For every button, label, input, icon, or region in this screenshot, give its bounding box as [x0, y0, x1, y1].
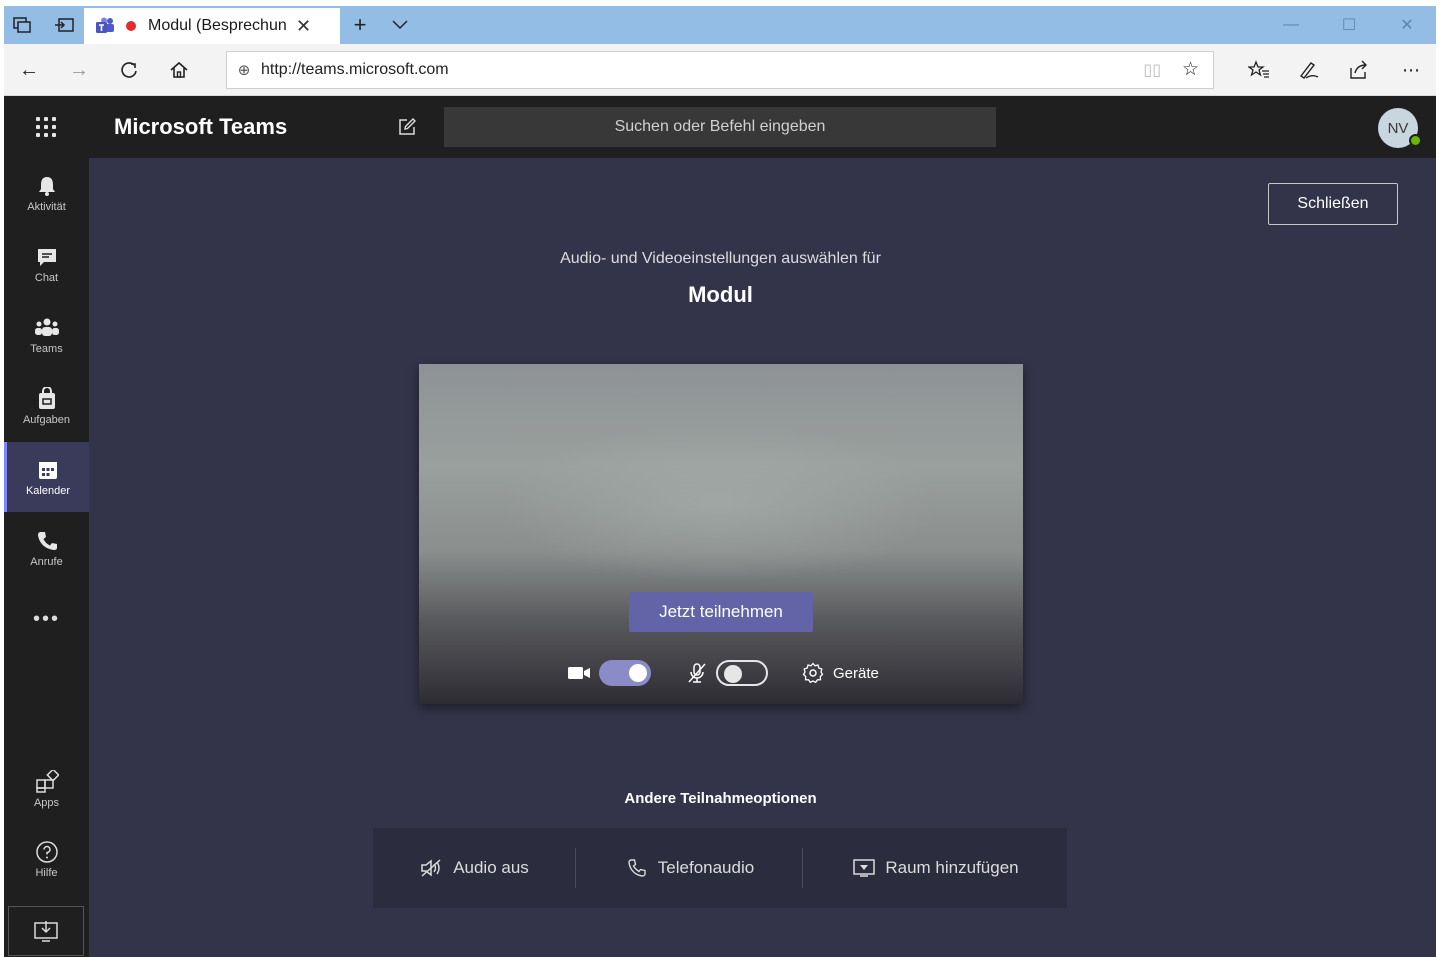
maximize-icon[interactable]: ☐ [1320, 6, 1378, 44]
rail-item-calendar[interactable]: Kalender [4, 442, 89, 512]
favorite-star-icon[interactable]: ☆ [1182, 58, 1199, 81]
video-preview: Jetzt teilnehmen Geräte [419, 364, 1023, 704]
rail-item-apps[interactable]: Apps [4, 754, 89, 824]
option-label: Telefonaudio [657, 858, 755, 877]
rail-item-label: Hilfe [35, 866, 58, 879]
prejoin-subtitle: Audio- und Videoeinstellungen auswählen … [560, 250, 881, 267]
room-icon [851, 857, 877, 879]
devices-button[interactable]: Geräte [801, 660, 879, 686]
new-chat-compose-icon[interactable] [392, 114, 422, 140]
browser-tab-active[interactable]: Modul (Besprechun ✕ [84, 8, 340, 44]
more-apps-icon[interactable]: ••• [4, 608, 89, 638]
close-window-icon[interactable]: ✕ [1378, 6, 1436, 44]
microphone-toggle[interactable] [716, 660, 768, 686]
join-now-button[interactable]: Jetzt teilnehmen [629, 592, 813, 632]
tasks-icon [36, 386, 58, 411]
option-label: Audio aus [453, 858, 529, 877]
reading-view-icon[interactable]: ▯▯ [1143, 60, 1161, 80]
rail-item-label: Teams [30, 342, 63, 355]
home-icon[interactable] [162, 54, 196, 86]
phone-icon [36, 529, 58, 553]
browser-toolbar: ← → ⊕ http://teams.microsoft.com ▯▯ ☆ ⋯ [4, 44, 1436, 96]
phone-audio-option[interactable]: Telefonaudio [576, 848, 802, 888]
download-app-icon[interactable] [8, 906, 84, 956]
set-aside-tabs-icon[interactable] [48, 10, 80, 40]
app-rail: Aktivität Chat Teams Aufgaben Kalender A… [4, 158, 89, 957]
option-label: Raum hinzufügen [885, 858, 1019, 877]
rail-item-activity[interactable]: Aktivität [4, 158, 89, 228]
globe-icon: ⊕ [237, 62, 251, 79]
apps-icon [35, 769, 59, 794]
url-text: http://teams.microsoft.com [261, 61, 449, 78]
search-input[interactable]: Suchen oder Befehl eingeben [444, 107, 996, 147]
favorites-list-icon[interactable] [1242, 54, 1276, 86]
add-room-option[interactable]: Raum hinzufügen [803, 848, 1067, 888]
tab-title: Modul (Besprechun [148, 17, 287, 34]
rail-item-calls[interactable]: Anrufe [4, 513, 89, 583]
presence-available-icon [1409, 134, 1422, 147]
rail-item-label: Kalender [25, 484, 71, 497]
help-icon [35, 840, 59, 864]
rail-item-teams[interactable]: Teams [4, 300, 89, 370]
teams-header: Microsoft Teams Suchen oder Befehl einge… [4, 96, 1436, 158]
audio-off-option[interactable]: Audio aus [373, 848, 575, 888]
address-bar[interactable]: ⊕ http://teams.microsoft.com ▯▯ ☆ [226, 51, 1214, 89]
gear-icon [801, 661, 825, 685]
tab-close-icon[interactable]: ✕ [296, 16, 311, 37]
rail-item-label: Apps [33, 796, 60, 809]
recording-dot-icon [126, 21, 136, 31]
other-join-options-title: Andere Teilnahmeoptionen [624, 790, 817, 807]
rail-item-help[interactable]: Hilfe [4, 824, 89, 894]
prejoin-screen: Schließen Audio- und Videoeinstellungen … [89, 158, 1436, 957]
phone-icon [624, 857, 650, 879]
rail-item-label: Aktivität [27, 200, 66, 213]
back-icon[interactable]: ← [12, 54, 46, 86]
bell-icon [36, 174, 58, 198]
forward-icon[interactable]: → [62, 54, 96, 86]
browser-titlebar: Modul (Besprechun ✕ + — ☐ ✕ [4, 6, 1436, 44]
close-button[interactable]: Schließen [1268, 183, 1398, 225]
minimize-icon[interactable]: — [1262, 6, 1320, 44]
rail-item-label: Aufgaben [22, 413, 71, 426]
devices-label: Geräte [833, 664, 879, 682]
rail-item-tasks[interactable]: Aufgaben [4, 371, 89, 441]
meeting-title: Modul [688, 282, 753, 307]
tab-actions-icon[interactable] [6, 10, 38, 40]
camera-icon [567, 662, 593, 684]
app-launcher-icon[interactable] [28, 112, 64, 142]
share-icon[interactable] [1342, 54, 1376, 86]
camera-toggle[interactable] [599, 660, 651, 686]
calendar-icon [37, 458, 59, 482]
rail-item-label: Anrufe [30, 555, 63, 568]
teams-icon [34, 316, 60, 340]
speaker-off-icon [419, 857, 445, 879]
other-join-options: Audio aus Telefonaudio Raum hinzufügen [373, 828, 1067, 908]
refresh-icon[interactable] [112, 54, 146, 86]
teams-logo-icon [94, 17, 116, 35]
browser-window: Modul (Besprechun ✕ + — ☐ ✕ ← → ⊕ http:/… [4, 6, 1436, 957]
rail-item-chat[interactable]: Chat [4, 229, 89, 299]
rail-item-label: Chat [34, 271, 59, 284]
app-title: Microsoft Teams [114, 114, 288, 139]
new-tab-icon[interactable]: + [344, 10, 376, 40]
device-controls: Geräte [419, 656, 1023, 690]
more-menu-icon[interactable]: ⋯ [1394, 54, 1428, 86]
pen-notes-icon[interactable] [1292, 54, 1326, 86]
mic-off-icon [685, 661, 709, 685]
chat-icon [36, 245, 58, 269]
tab-preview-chevron-icon[interactable] [384, 10, 416, 40]
